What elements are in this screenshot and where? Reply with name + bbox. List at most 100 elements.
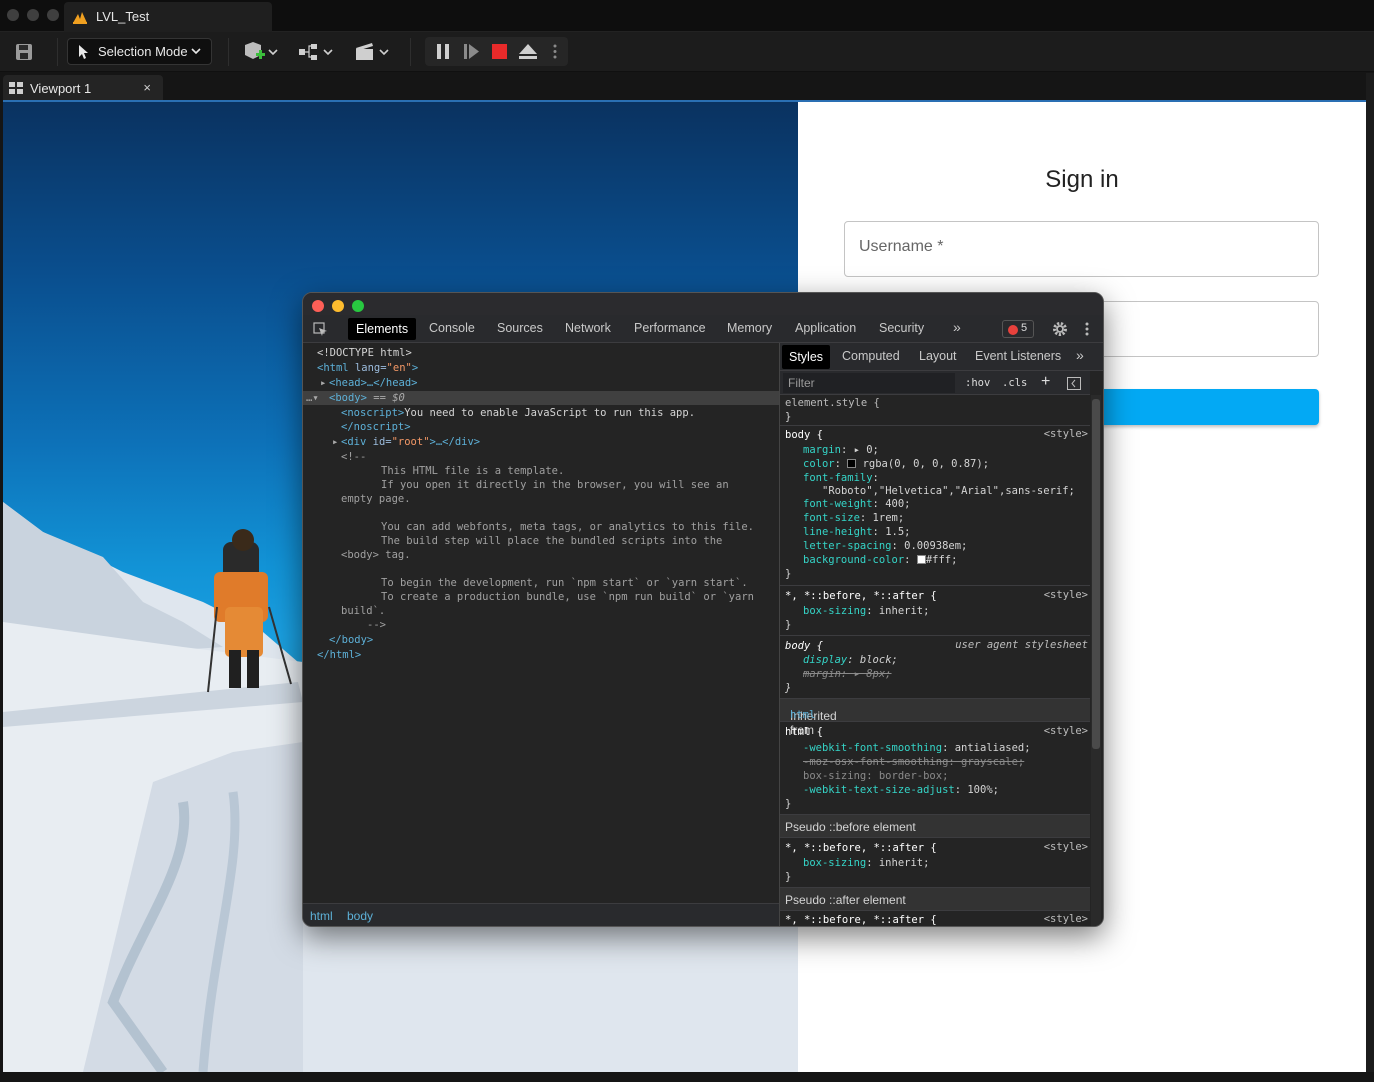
devtools-titlebar [303,293,1103,315]
tab-application[interactable]: Application [795,321,856,335]
dom-comment[interactable]: <!-- [341,450,366,464]
blueprint-button[interactable] [297,40,337,64]
viewport-tab[interactable]: Viewport 1 × [3,75,163,101]
tab-memory[interactable]: Memory [727,321,772,335]
rule-universal: *, *::before, *::after { <style> box-siz… [780,586,1090,636]
play-options-kebab-icon[interactable] [552,43,558,60]
unreal-editor: LVL_Test Selection Mode Viewport 1 × Sig… [0,0,1374,1082]
selector[interactable]: *, *::before, *::after { [785,841,937,855]
rule-close: } [785,798,792,810]
rule-element-style: element.style { } [780,395,1090,426]
new-rule-icon[interactable]: + [1041,373,1050,391]
window-minimize-dot[interactable] [27,9,39,21]
dom-line[interactable]: </html> [317,648,361,662]
rule-source[interactable]: <style> [1044,913,1088,925]
declaration[interactable]: font-size: 1rem; [803,511,904,525]
rule-source[interactable]: <style> [1044,428,1088,440]
dom-line[interactable]: <html lang="en"> [317,361,418,375]
step-icon[interactable] [463,43,481,60]
cinematics-button[interactable] [353,40,393,64]
window-maximize-dot[interactable] [47,9,59,21]
declaration[interactable]: line-height: 1.5; [803,525,910,539]
tab-layout[interactable]: Layout [919,349,957,363]
tab-sources[interactable]: Sources [497,321,543,335]
stop-icon[interactable] [491,43,508,60]
dom-line[interactable]: <body> == $0 [329,391,405,405]
tab-styles[interactable]: Styles [782,345,831,369]
color-swatch [847,459,857,468]
declaration[interactable]: background-color: #fff; [803,553,957,567]
cls-toggle[interactable]: .cls [1002,377,1027,389]
styles-filter-input[interactable]: Filter [783,373,955,393]
declaration[interactable]: letter-spacing: 0.00938em; [803,539,967,553]
devtools-close-dot[interactable] [312,300,324,312]
selector[interactable]: body { [785,428,823,442]
rule-close: } [785,568,792,580]
save-button[interactable] [13,41,35,63]
rule-source[interactable]: <style> [1044,725,1088,737]
selector[interactable]: element.style { [785,396,880,410]
level-tab[interactable]: LVL_Test [64,2,272,32]
tab-elements[interactable]: Elements [348,318,417,340]
eject-icon[interactable] [518,43,538,60]
tab-computed[interactable]: Computed [842,349,900,363]
declaration[interactable]: box-sizing: inherit; [803,856,929,870]
dom-line[interactable]: <head>…</head> [329,376,418,390]
more-styles-tabs[interactable]: » [1076,347,1084,363]
tab-event-listeners[interactable]: Event Listeners [975,349,1061,363]
window-close-dot[interactable] [7,9,19,21]
more-tabs-button[interactable]: » [953,319,961,335]
rule-source: user agent stylesheet [955,639,1088,651]
scrollbar-thumb[interactable] [1092,399,1100,749]
viewport-grid-icon [9,82,23,94]
selection-mode-dropdown[interactable]: Selection Mode [67,38,212,65]
declaration[interactable]: color: rgba(0, 0, 0, 0.87); [803,457,989,471]
breadcrumb-body[interactable]: body [347,909,373,923]
expand-triangle-icon[interactable]: ▸ [332,435,338,449]
declaration[interactable]: box-sizing: inherit; [803,604,929,618]
rule-source[interactable]: <style> [1044,589,1088,601]
tab-performance[interactable]: Performance [634,321,706,335]
inspect-icon[interactable] [313,322,328,337]
dom-line[interactable]: <!DOCTYPE html> [317,346,412,360]
tab-security[interactable]: Security [879,321,924,335]
hov-toggle[interactable]: :hov [965,377,990,389]
tab-network[interactable]: Network [565,321,611,335]
close-icon[interactable]: × [143,80,151,95]
declaration[interactable]: margin: ▸ 0; [803,443,879,457]
rule-pseudo-after: *, *::before, *::after { <style> [780,911,1090,926]
declaration[interactable]: -webkit-font-smoothing: antialiased; [803,741,1031,755]
dom-line[interactable]: </noscript> [341,420,411,434]
add-actor-button[interactable] [242,40,282,64]
dom-line[interactable]: <noscript>You need to enable JavaScript … [341,406,695,420]
dom-line[interactable]: </body> [329,633,373,647]
rule-source[interactable]: <style> [1044,841,1088,853]
declaration[interactable]: -webkit-text-size-adjust: 100%; [803,783,999,797]
kebab-icon[interactable] [1084,321,1090,337]
selector[interactable]: html { [785,725,823,739]
devtools-tab-bar: Elements Console Sources Network Perform… [303,315,1103,343]
breadcrumb-html[interactable]: html [310,909,333,923]
declaration-value[interactable]: "Roboto","Helvetica","Arial",sans-serif; [822,484,1075,498]
selector[interactable]: *, *::before, *::after { [785,913,937,926]
chevron-down-icon [191,48,201,55]
dom-comment: This HTML file is a template. [381,465,565,477]
tab-console[interactable]: Console [429,321,475,335]
devtools-minimize-dot[interactable] [332,300,344,312]
dom-comment: build`. [341,605,386,617]
declaration[interactable]: font-family: [803,471,879,485]
styles-scrollbar[interactable] [1091,395,1101,926]
selector[interactable]: body { [785,639,823,653]
expand-triangle-icon[interactable]: ▸ [320,376,326,390]
gear-icon[interactable] [1052,321,1068,337]
pause-icon[interactable] [435,43,451,60]
selector[interactable]: *, *::before, *::after { [785,589,937,603]
main-toolbar: Selection Mode [0,32,1374,72]
error-count-badge[interactable]: 5 [1002,320,1034,338]
declaration[interactable]: font-weight: 400; [803,497,910,511]
username-field[interactable]: Username * [844,221,1319,277]
toggle-sidebar-icon[interactable] [1067,377,1081,390]
node-menu-icon[interactable]: …▾ [306,391,319,405]
dom-line[interactable]: <div id="root">…</div> [341,435,480,449]
devtools-maximize-dot[interactable] [352,300,364,312]
